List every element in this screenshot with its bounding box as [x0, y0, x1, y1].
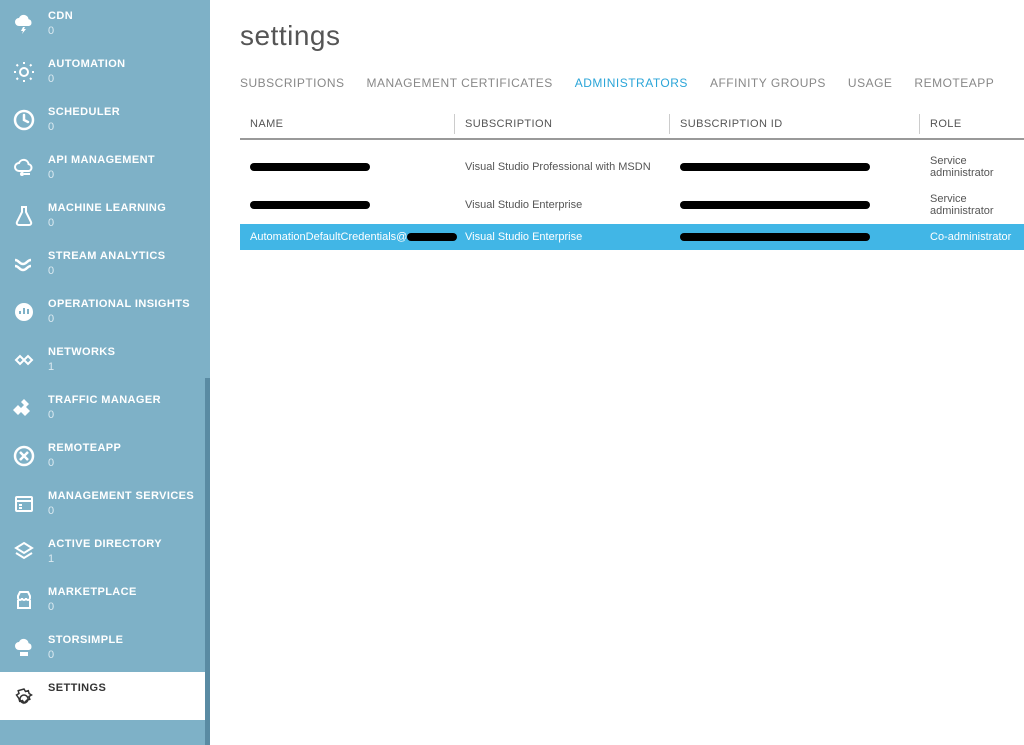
- table-row[interactable]: Visual Studio Professional with MSDN Serv…: [240, 148, 1024, 186]
- cell-name: [250, 199, 465, 211]
- remoteapp-icon: [10, 442, 38, 470]
- cell-name: AutomationDefaultCredentials@: [250, 231, 465, 243]
- sidebar-item-label: REMOTEAPP: [48, 442, 121, 455]
- sidebar-item-count: 1: [48, 361, 115, 374]
- sidebar-item-count: 0: [48, 457, 121, 470]
- sidebar-item-count: 0: [48, 601, 137, 614]
- sidebar-item-traffic-manager[interactable]: TRAFFIC MANAGER 0: [0, 384, 210, 432]
- cell-role: Co-administrator: [930, 231, 1014, 243]
- cell-name-text: AutomationDefaultCredentials@: [250, 231, 407, 243]
- cell-subscription: Visual Studio Professional with MSDN: [465, 161, 680, 173]
- redacted-text: [250, 201, 370, 209]
- sidebar-item-label: AUTOMATION: [48, 58, 126, 71]
- col-subscription-id[interactable]: SUBSCRIPTION ID: [680, 118, 930, 130]
- tab-usage[interactable]: USAGE: [848, 76, 893, 90]
- sidebar-item-operational-insights[interactable]: OPERATIONAL INSIGHTS 0: [0, 288, 210, 336]
- gear-icon: [10, 682, 38, 710]
- sidebar-item-remoteapp[interactable]: REMOTEAPP 0: [0, 432, 210, 480]
- sidebar-item-api-management[interactable]: API MANAGEMENT 0: [0, 144, 210, 192]
- redacted-text: [680, 201, 870, 209]
- sidebar-item-scheduler[interactable]: SCHEDULER 0: [0, 96, 210, 144]
- sidebar-item-label: API MANAGEMENT: [48, 154, 155, 167]
- sidebar-item-cdn[interactable]: CDN 0: [0, 0, 210, 48]
- table-header-row: NAME SUBSCRIPTION SUBSCRIPTION ID ROLE: [240, 110, 1024, 140]
- flask-icon: [10, 202, 38, 230]
- sidebar-item-count: 0: [48, 265, 165, 278]
- sidebar-item-count: 0: [48, 169, 155, 182]
- sidebar-item-stream-analytics[interactable]: STREAM ANALYTICS 0: [0, 240, 210, 288]
- tab-affinity-groups[interactable]: AFFINITY GROUPS: [710, 76, 826, 90]
- active-directory-icon: [10, 538, 38, 566]
- tab-administrators[interactable]: ADMINISTRATORS: [575, 76, 688, 90]
- cell-subscription: Visual Studio Enterprise: [465, 231, 680, 243]
- settings-tabs: SUBSCRIPTIONS MANAGEMENT CERTIFICATES ADMI…: [240, 76, 1024, 90]
- insights-icon: [10, 298, 38, 326]
- sidebar-item-label: SCHEDULER: [48, 106, 120, 119]
- redacted-text: [250, 163, 370, 171]
- col-name[interactable]: NAME: [250, 118, 465, 130]
- tab-management-certificates[interactable]: MANAGEMENT CERTIFICATES: [367, 76, 553, 90]
- redacted-text: [407, 233, 457, 241]
- sidebar-item-label: MACHINE LEARNING: [48, 202, 166, 215]
- cell-subscription-id: [680, 199, 930, 211]
- tab-subscriptions[interactable]: SUBSCRIPTIONS: [240, 76, 345, 90]
- sidebar-item-automation[interactable]: AUTOMATION 0: [0, 48, 210, 96]
- sidebar-item-label: STORSIMPLE: [48, 634, 123, 647]
- sidebar-item-machine-learning[interactable]: MACHINE LEARNING 0: [0, 192, 210, 240]
- cell-role: Service administrator: [930, 193, 1014, 217]
- cloud-key-icon: [10, 154, 38, 182]
- sidebar-item-networks[interactable]: NETWORKS 1: [0, 336, 210, 384]
- gear-sparkle-icon: [10, 58, 38, 86]
- table-row[interactable]: Visual Studio Enterprise Service administ…: [240, 186, 1024, 224]
- redacted-text: [680, 233, 870, 241]
- sidebar-item-management-services[interactable]: MANAGEMENT SERVICES 0: [0, 480, 210, 528]
- sidebar-item-label: ACTIVE DIRECTORY: [48, 538, 162, 551]
- sidebar-item-label: CDN: [48, 10, 73, 23]
- col-subscription[interactable]: SUBSCRIPTION: [465, 118, 680, 130]
- sidebar-item-label: OPERATIONAL INSIGHTS: [48, 298, 190, 311]
- sidebar-item-label: MANAGEMENT SERVICES: [48, 490, 194, 503]
- stream-icon: [10, 250, 38, 278]
- cell-subscription: Visual Studio Enterprise: [465, 199, 680, 211]
- col-role[interactable]: ROLE: [930, 118, 1014, 130]
- storsimple-icon: [10, 634, 38, 662]
- sidebar-item-label: MARKETPLACE: [48, 586, 137, 599]
- sidebar-item-count: 0: [48, 25, 73, 38]
- sidebar-item-storsimple[interactable]: STORSIMPLE 0: [0, 624, 210, 672]
- main-content: settings SUBSCRIPTIONS MANAGEMENT CERTIFI…: [210, 0, 1024, 745]
- network-icon: [10, 346, 38, 374]
- sidebar-item-active-directory[interactable]: ACTIVE DIRECTORY 1: [0, 528, 210, 576]
- sidebar-item-label: STREAM ANALYTICS: [48, 250, 165, 263]
- sidebar-item-label: TRAFFIC MANAGER: [48, 394, 161, 407]
- table-row[interactable]: AutomationDefaultCredentials@ Visual Stud…: [240, 224, 1024, 250]
- cloud-bolt-icon: [10, 10, 38, 38]
- cell-subscription-id: [680, 231, 930, 243]
- sidebar-item-count: 1: [48, 553, 162, 566]
- sidebar-item-count: 0: [48, 121, 120, 134]
- page-title: settings: [240, 20, 1024, 52]
- cell-role: Service administrator: [930, 155, 1014, 179]
- sidebar-item-marketplace[interactable]: MARKETPLACE 0: [0, 576, 210, 624]
- clock-icon: [10, 106, 38, 134]
- sidebar-item-count: 0: [48, 409, 161, 422]
- sidebar-item-count: 0: [48, 217, 166, 230]
- sidebar-item-count: 0: [48, 73, 126, 86]
- sidebar-item-count: 0: [48, 313, 190, 326]
- cell-subscription-id: [680, 161, 930, 173]
- sidebar-item-count: 0: [48, 505, 194, 518]
- marketplace-icon: [10, 586, 38, 614]
- sidebar-item-settings[interactable]: SETTINGS: [0, 672, 210, 720]
- sidebar-item-count: 0: [48, 649, 123, 662]
- sidebar: CDN 0 AUTOMATION 0 SCHEDULER 0 API MANAGEMENT 0…: [0, 0, 210, 745]
- mgmt-services-icon: [10, 490, 38, 518]
- administrators-table: NAME SUBSCRIPTION SUBSCRIPTION ID ROLE V…: [240, 110, 1024, 250]
- tab-remoteapp[interactable]: REMOTEAPP: [914, 76, 994, 90]
- redacted-text: [680, 163, 870, 171]
- cell-name: [250, 161, 465, 173]
- sidebar-item-label: NETWORKS: [48, 346, 115, 359]
- traffic-icon: [10, 394, 38, 422]
- sidebar-item-label: SETTINGS: [48, 682, 106, 695]
